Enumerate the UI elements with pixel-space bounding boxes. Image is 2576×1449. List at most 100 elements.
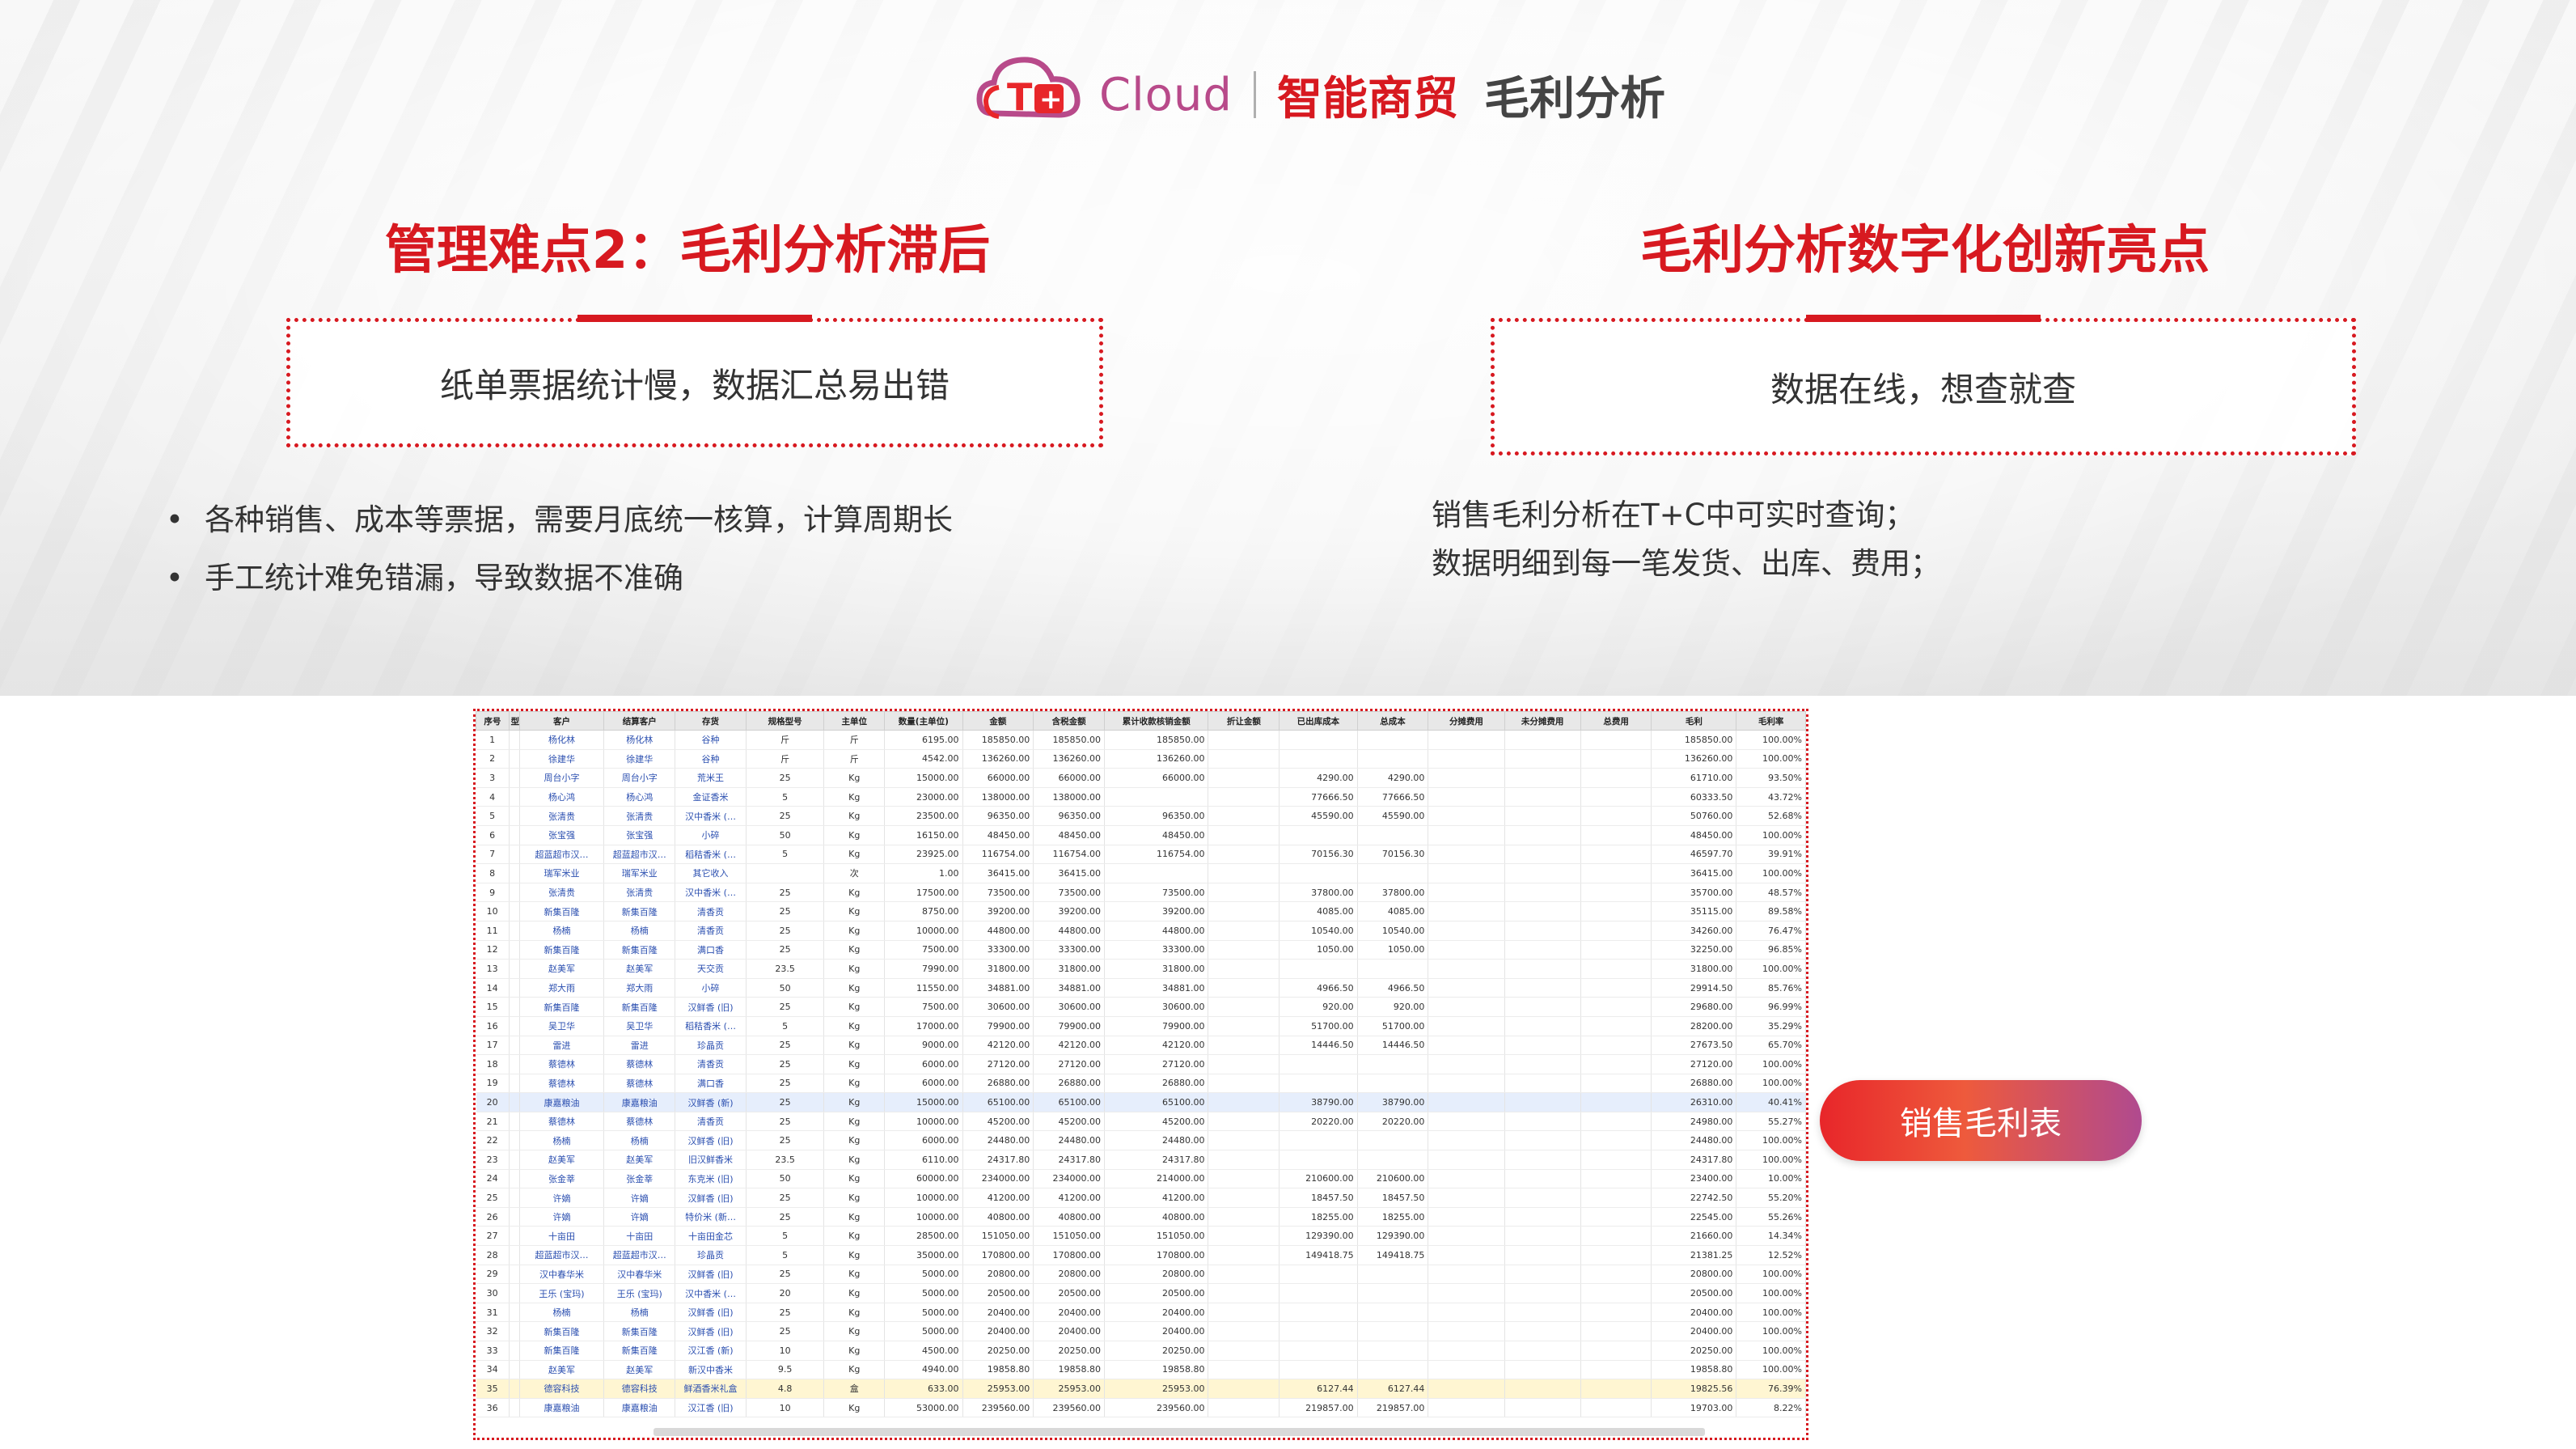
- column-header[interactable]: 型: [508, 711, 520, 731]
- column-header[interactable]: 折让金额: [1208, 711, 1280, 731]
- sales-gross-profit-button[interactable]: 销售毛利表: [1820, 1080, 2142, 1161]
- table-cell: [509, 1092, 520, 1112]
- column-header[interactable]: 毛利率: [1736, 711, 1806, 731]
- table-cell: [1428, 1188, 1505, 1208]
- table-cell: Kg: [823, 1207, 886, 1227]
- table-cell: 116754.00: [1104, 845, 1209, 865]
- table-cell: [1504, 863, 1581, 883]
- table-row[interactable]: 24 张金莘 张金莘 东克米 (旧) 50 Kg 60000.00 234000.00 2340…: [476, 1169, 1806, 1189]
- table-row[interactable]: 29 汉中春华米 汉中春华米 汉鲜香 (旧) 25 Kg 5000.00 20800.00 20…: [476, 1265, 1806, 1285]
- table-cell: [1504, 1398, 1581, 1418]
- table-row[interactable]: 7 超蓝超市汉… 超蓝超市汉… 稻秸香米 (… 5 Kg 23925.00 116754.00…: [476, 845, 1806, 865]
- table-row[interactable]: 6 张宝强 张宝强 小碎 50 Kg 16150.00 48450.00 48450.00 484…: [476, 825, 1806, 845]
- table-row[interactable]: 18 蔡德林 蔡德林 清香贡 25 Kg 6000.00 27120.00 27120.00 27…: [476, 1054, 1806, 1074]
- table-cell: 23: [476, 1150, 510, 1170]
- table-row[interactable]: 2 徐建华 徐建华 谷种斤斤 4542.00 136260.00 136260.00 1362…: [476, 749, 1806, 769]
- table-row[interactable]: 15 新集百隆 新集百隆 汉鲜香 (旧) 25 Kg 7500.00 30600.00 3060…: [476, 997, 1806, 1017]
- table-cell: 25: [746, 940, 825, 960]
- table-row[interactable]: 20 康嘉粮油 康嘉粮油 汉鲜香 (新) 25 Kg 15000.00 65100.00 651…: [476, 1092, 1806, 1112]
- table-row[interactable]: 13 赵美军 赵美军 天交贡 23.5 Kg 7990.00 31800.00 31800.00…: [476, 959, 1806, 979]
- table-row[interactable]: 22 杨楠 杨楠 汉鲜香 (旧) 25 Kg 6000.00 24480.00 24480.00…: [476, 1130, 1806, 1151]
- table-cell: 12: [476, 940, 510, 960]
- table-cell: [1504, 1016, 1581, 1036]
- table-row[interactable]: 17 雷进 雷进 珍晶贡 25 Kg 9000.00 42120.00 42120.00 4212…: [476, 1036, 1806, 1056]
- column-header[interactable]: 分摊费用: [1428, 711, 1505, 731]
- table-row[interactable]: 25 许嫡 许嫡 汉鲜香 (旧) 25 Kg 10000.00 41200.00 41200.0…: [476, 1188, 1806, 1208]
- table-row[interactable]: 14 郑大雨 郑大雨 小碎 50 Kg 11550.00 34881.00 34881.00 34…: [476, 978, 1806, 998]
- table-cell: 满口香: [675, 1074, 747, 1094]
- table-row[interactable]: 16 吴卫华 吴卫华 稻秸香米 (… 5 Kg 17000.00 79900.00 79900.…: [476, 1016, 1806, 1036]
- table-row[interactable]: 34 赵美军 赵美军 新汉中香米 9.5 Kg 4940.00 19858.80 19858.8…: [476, 1360, 1806, 1380]
- table-row[interactable]: 12 新集百隆 新集百隆 满口香 25 Kg 7500.00 33300.00 33300.00…: [476, 940, 1806, 960]
- table-cell: 19858.80: [1104, 1360, 1209, 1380]
- column-header[interactable]: 毛利: [1651, 711, 1737, 731]
- table-cell: [1208, 1130, 1280, 1151]
- table-row[interactable]: 27 十亩田 十亩田 十亩田金芯 5 Kg 28500.00 151050.00 151050.…: [476, 1226, 1806, 1247]
- table-cell: 19858.80: [962, 1360, 1034, 1380]
- table-row[interactable]: 3 周台小字 周台小字 荒米王 25 Kg 15000.00 66000.00 66000.00…: [476, 768, 1806, 788]
- column-header[interactable]: 未分摊费用: [1504, 711, 1581, 731]
- table-row[interactable]: 21 蔡德林 蔡德林 清香贡 25 Kg 10000.00 45200.00 45200.00 4…: [476, 1112, 1806, 1132]
- table-row[interactable]: 8 瑞军米业 瑞军米业 其它收入次 1.00 36415.00 36415.00 36415.…: [476, 863, 1806, 883]
- column-header[interactable]: 数量(主单位): [884, 711, 963, 731]
- table-cell: [1208, 959, 1280, 979]
- table-row[interactable]: 26 许嫡 许嫡 特价米 (新… 25 Kg 10000.00 40800.00 40800.0…: [476, 1207, 1806, 1227]
- column-header[interactable]: 总成本: [1356, 711, 1429, 731]
- column-header[interactable]: 存货: [675, 711, 747, 731]
- table-cell: 66000.00: [1104, 768, 1209, 788]
- table-cell: 51700.00: [1357, 1016, 1429, 1036]
- table-cell: 65100.00: [1033, 1092, 1106, 1112]
- table-row[interactable]: 35 德容科技 德容科技 鲜酒香米礼盒 4.8 盒 633.00 25953.00 25953.…: [476, 1379, 1806, 1399]
- table-cell: 十亩田: [603, 1226, 676, 1247]
- table-row[interactable]: 9 张清贵 张清贵 汉中香米 (… 25 Kg 17500.00 73500.00 73500.…: [476, 883, 1806, 903]
- table-cell: 徐建华: [519, 749, 605, 769]
- column-header[interactable]: 含税金额: [1033, 711, 1106, 731]
- table-cell: 214000.00: [1104, 1169, 1209, 1189]
- table-cell: 6127.44: [1279, 1379, 1358, 1399]
- table-row[interactable]: 33 新集百隆 新集百隆 汉江香 (新) 10 Kg 4500.00 20250.00 2025…: [476, 1341, 1806, 1361]
- table-row[interactable]: 10 新集百隆 新集百隆 清香贡 25 Kg 8750.00 39200.00 39200.00…: [476, 901, 1806, 922]
- table-cell: 42120.00: [962, 1036, 1034, 1056]
- column-header[interactable]: 主单位: [823, 711, 886, 731]
- table-row[interactable]: 1 杨化林 杨化林 谷种斤斤 6195.00 185850.00 185850.00 1858…: [476, 730, 1806, 750]
- table-cell: 满口香: [675, 940, 747, 960]
- table-cell: 100.00%: [1736, 1265, 1806, 1285]
- table-cell: 100.00%: [1736, 1054, 1806, 1074]
- table-cell: 170800.00: [1033, 1245, 1106, 1265]
- column-header[interactable]: 客户: [518, 711, 605, 731]
- table-cell: 239560.00: [1033, 1398, 1106, 1418]
- right-highlight-box: 数据在线，想查就查: [1491, 315, 2356, 455]
- table-row[interactable]: 23 赵美军 赵美军 旧汉鲜香米 23.5 Kg 6110.00 24317.80 24317.…: [476, 1150, 1806, 1170]
- table-row[interactable]: 28 超蓝超市汉… 超蓝超市汉… 珍晶贡 5 Kg 35000.00 170800.00 170…: [476, 1245, 1806, 1265]
- table-cell: 100.00%: [1736, 1074, 1806, 1094]
- table-cell: [509, 845, 520, 865]
- table-row[interactable]: 32 新集百隆 新集百隆 汉鲜香 (旧) 25 Kg 5000.00 20400.00 2040…: [476, 1321, 1806, 1341]
- table-cell: 96.85%: [1736, 940, 1806, 960]
- table-cell: 96350.00: [1104, 806, 1209, 826]
- table-cell: [1279, 730, 1358, 750]
- table-row[interactable]: 19 蔡德林 蔡德林 满口香 25 Kg 6000.00 26880.00 26880.00 26…: [476, 1074, 1806, 1094]
- column-header[interactable]: 规格型号: [745, 711, 825, 731]
- column-header[interactable]: 序号: [476, 711, 510, 731]
- table-row[interactable]: 5 张清贵 张清贵 汉中香米 (… 25 Kg 23500.00 96350.00 96350.…: [476, 806, 1806, 826]
- column-header[interactable]: 已出库成本: [1279, 711, 1358, 731]
- table-cell: 136260.00: [1104, 749, 1209, 769]
- table-cell: 斤: [746, 749, 825, 769]
- table-cell: 25: [476, 1188, 510, 1208]
- table-row[interactable]: 11 杨楠 杨楠 清香贡 25 Kg 10000.00 44800.00 44800.00 448…: [476, 921, 1806, 941]
- column-header[interactable]: 结算客户: [603, 711, 676, 731]
- table-row[interactable]: 30 王乐 (宝玛) 王乐 (宝玛) 汉中香米 (… 20 Kg 5000.00 20500.…: [476, 1283, 1806, 1303]
- table-cell: [509, 1036, 520, 1056]
- description-line: 数据明细到每一笔发货、出库、费用；: [1432, 546, 1940, 581]
- left-highlight-box: 纸单票据统计慢，数据汇总易出错: [286, 315, 1103, 447]
- column-header[interactable]: 金额: [962, 711, 1034, 731]
- horizontal-scrollbar[interactable]: [654, 1428, 1705, 1436]
- table-cell: [1208, 883, 1280, 903]
- column-header[interactable]: 累计收款核销金额: [1104, 711, 1209, 731]
- table-row[interactable]: 4 杨心鸿 杨心鸿 金证香米 5 Kg 23000.00 138000.00 138000.00…: [476, 787, 1806, 807]
- table-cell: [1504, 1130, 1581, 1151]
- table-row[interactable]: 36 康嘉粮油 康嘉粮油 汉江香 (旧) 10 Kg 53000.00 239560.00 23…: [476, 1398, 1806, 1418]
- column-header[interactable]: 总费用: [1580, 711, 1652, 731]
- table-cell: [1279, 749, 1358, 769]
- table-row[interactable]: 31 杨楠 杨楠 汉鲜香 (旧) 25 Kg 5000.00 20400.00 20400.00…: [476, 1303, 1806, 1323]
